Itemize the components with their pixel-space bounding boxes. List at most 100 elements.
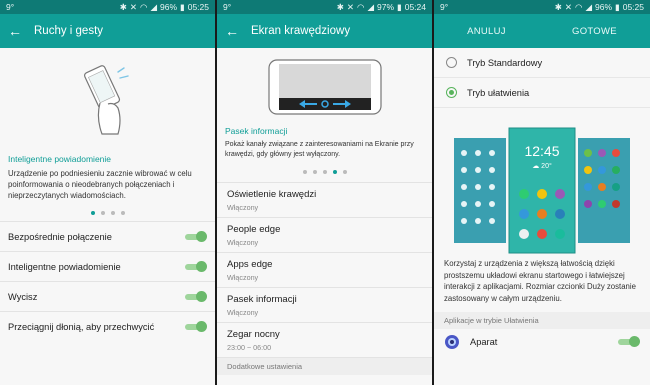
toggle-row-palm-swipe[interactable]: Przeciągnij dłonią, aby przechwycić [0, 311, 215, 341]
weather-temp: 9° [440, 2, 449, 12]
signal-icon: ◢ [585, 1, 593, 12]
preview-weather: ☁ 20° [509, 162, 575, 170]
list-item-title: Apps edge [227, 259, 273, 270]
page-title: Ruchy i gesty [34, 25, 104, 37]
toggle-switch[interactable] [185, 320, 207, 332]
status-bar: 9° ✱ ✕ ◠ ◢ 97% ▮ 05:24 [217, 0, 432, 14]
toggle-row-smart-alert[interactable]: Inteligentne powiadomienie [0, 251, 215, 281]
edge-phone-icon [267, 59, 382, 115]
radio-label: Tryb ułatwienia [467, 87, 530, 98]
home-screen-preview-image [454, 127, 630, 254]
battery-icon: ▮ [180, 1, 185, 12]
radio-easy-mode[interactable]: Tryb ułatwienia [434, 78, 650, 108]
page-dot [120, 211, 125, 215]
pickup-gesture-icon [83, 65, 129, 135]
toggle-switch[interactable] [185, 260, 207, 272]
list-item-status: Włączony [227, 273, 259, 282]
app-bar: ← Ruchy i gesty [0, 14, 215, 48]
app-bar: ← Ekran krawędziowy [217, 14, 432, 48]
toggle-row-mute[interactable]: Wycisz [0, 281, 215, 311]
mute-icon: ✕ [564, 1, 573, 12]
list-item-apps-edge[interactable]: Apps edge Włączony [217, 252, 432, 287]
list-item-people-edge[interactable]: People edge Włączony [217, 217, 432, 252]
battery-percent: 97% [377, 2, 395, 12]
battery-icon: ▮ [397, 1, 402, 12]
wifi-icon: ◠ [140, 1, 148, 12]
list-item-status: Włączony [227, 203, 259, 212]
cancel-button[interactable]: ANULUJ [467, 26, 506, 37]
edge-phone-illustration [217, 48, 432, 126]
page-title: Ekran krawędziowy [251, 25, 351, 37]
page-dot [322, 170, 327, 174]
page-dot [332, 170, 337, 174]
list-item-info-stream[interactable]: Pasek informacji Włączony [217, 287, 432, 322]
clock: 05:25 [622, 2, 644, 12]
toggle-row-direct-call[interactable]: Bezpośrednie połączenie [0, 221, 215, 251]
easy-mode-preview: 12:45 ☁ 20° [434, 108, 650, 258]
page-dot [100, 211, 105, 215]
toggle-switch[interactable] [618, 336, 640, 347]
list-item-status: Włączony [227, 308, 259, 317]
app-label: Aparat [470, 337, 498, 347]
list-item-status: Włączony [227, 238, 259, 247]
radio-button[interactable] [446, 57, 457, 68]
list-item-title: Oświetlenie krawędzi [227, 189, 317, 200]
screenshot-collage: 9° ✱ ✕ ◠ ◢ 96% ▮ 05:25 ← Ruchy i gesty I… [0, 0, 650, 385]
group-header: Aplikacje w trybie Ułatwienia [434, 312, 650, 329]
back-arrow-icon[interactable]: ← [8, 24, 26, 38]
panel-easy-mode: 9° ✱ ✕ ◠ ◢ 96% ▮ 05:25 ANULUJ GOTOWE Try… [434, 0, 650, 385]
weather-temp: 9° [6, 2, 15, 12]
toggle-switch[interactable] [185, 290, 207, 302]
page-dot [302, 170, 307, 174]
section-description: Pokaż kanały związane z zainteresowaniam… [225, 141, 414, 158]
section-description: Urządzenie po podniesieniu zacznie wibro… [8, 169, 192, 200]
status-bar: 9° ✱ ✕ ◠ ◢ 96% ▮ 05:25 [434, 0, 650, 14]
toggle-label: Inteligentne powiadomienie [8, 261, 121, 272]
mute-icon: ✕ [129, 1, 138, 12]
preview-clock: 12:45 [524, 143, 560, 159]
clock: 05:25 [187, 2, 209, 12]
list-item-edge-lighting[interactable]: Oświetlenie krawędzi Włączony [217, 182, 432, 217]
section-title: Pasek informacji [225, 126, 288, 136]
page-indicator [217, 170, 432, 174]
toggle-label: Wycisz [8, 291, 38, 302]
easy-mode-description: Korzystaj z urządzenia z większą łatwośc… [444, 259, 636, 303]
battery-percent: 96% [160, 2, 178, 12]
bluetooth-icon: ✱ [554, 1, 562, 12]
done-button[interactable]: GOTOWE [572, 26, 617, 37]
list-item-title: Pasek informacji [227, 294, 297, 305]
signal-icon: ◢ [367, 1, 375, 12]
battery-icon: ▮ [615, 1, 620, 12]
mute-icon: ✕ [346, 1, 355, 12]
battery-percent: 96% [595, 2, 613, 12]
hand-phone-illustration [0, 48, 215, 148]
clock: 05:24 [404, 2, 426, 12]
group-header: Dodatkowe ustawienia [217, 357, 432, 375]
page-dot [342, 170, 347, 174]
back-arrow-icon[interactable]: ← [225, 24, 243, 38]
bluetooth-icon: ✱ [336, 1, 344, 12]
weather-temp: 9° [223, 2, 232, 12]
camera-app-icon [445, 335, 459, 349]
page-dot [110, 211, 115, 215]
action-bar: ANULUJ GOTOWE [434, 14, 650, 48]
weather-icon: ☁ [532, 163, 540, 170]
radio-standard-mode[interactable]: Tryb Standardowy [434, 48, 650, 78]
toggle-label: Przeciągnij dłonią, aby przechwycić [8, 321, 155, 332]
page-dot [312, 170, 317, 174]
wifi-icon: ◠ [357, 1, 365, 12]
radio-button[interactable] [446, 87, 457, 98]
bluetooth-icon: ✱ [119, 1, 127, 12]
section-title: Inteligentne powiadomienie [8, 154, 112, 164]
list-item-title: People edge [227, 224, 281, 235]
page-dot [90, 211, 95, 215]
app-row-camera[interactable]: Aparat [434, 329, 650, 355]
toggle-switch[interactable] [185, 230, 207, 242]
radio-label: Tryb Standardowy [467, 57, 543, 68]
signal-icon: ◢ [150, 1, 158, 12]
page-indicator [0, 211, 215, 215]
panel-motions-gestures: 9° ✱ ✕ ◠ ◢ 96% ▮ 05:25 ← Ruchy i gesty I… [0, 0, 215, 385]
list-item-night-clock[interactable]: Zegar nocny 23:00 ~ 06:00 [217, 322, 432, 357]
status-bar: 9° ✱ ✕ ◠ ◢ 96% ▮ 05:25 [0, 0, 215, 14]
preview-temperature: 20° [541, 163, 552, 170]
